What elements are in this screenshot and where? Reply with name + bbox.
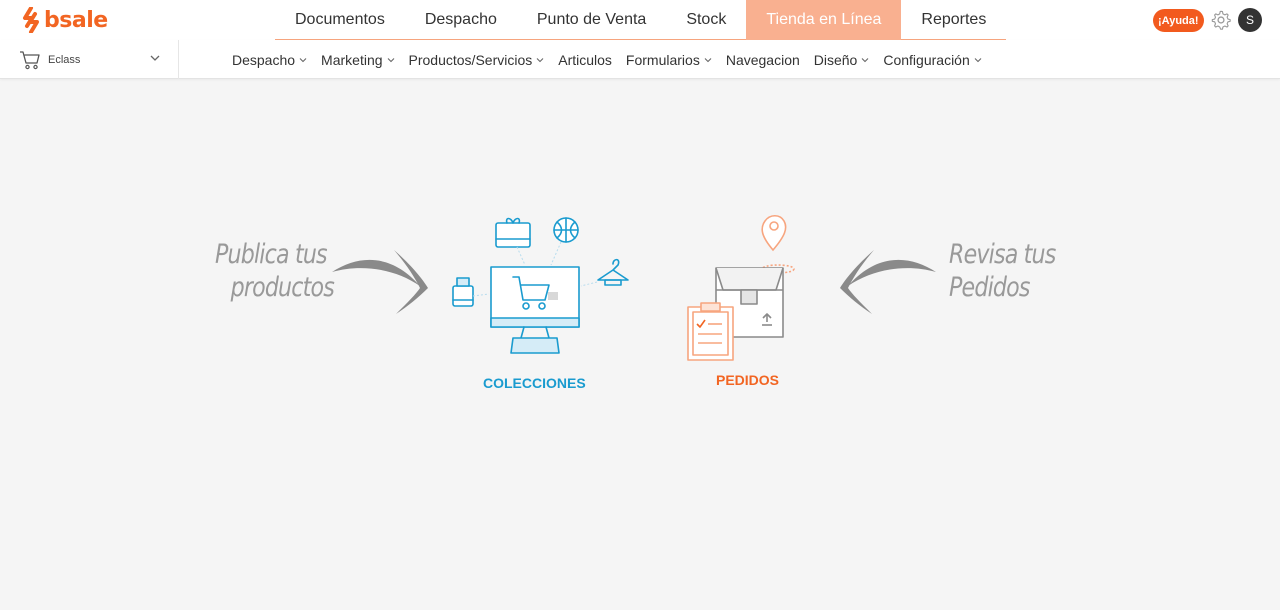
subnav-productos-servicios[interactable]: Productos/Servicios bbox=[402, 52, 552, 68]
chevron-down-icon bbox=[387, 57, 394, 62]
arrow-left-icon bbox=[840, 250, 936, 314]
gear-icon[interactable] bbox=[1210, 9, 1232, 31]
bsale-logo-icon bbox=[23, 7, 39, 33]
store-selector[interactable]: Eclass bbox=[0, 40, 179, 79]
subnav-label: Productos/Servicios bbox=[408, 51, 533, 68]
chevron-down-icon bbox=[536, 57, 544, 62]
orders-label[interactable]: PEDIDOS bbox=[716, 372, 779, 388]
review-orders-text: Revisa tus Pedidos bbox=[949, 238, 1056, 304]
brand-name: bsale bbox=[44, 7, 108, 33]
publish-products-text: Publica tus productos bbox=[215, 238, 335, 304]
subnav-label: Despacho bbox=[232, 51, 296, 68]
orders-illustration-icon bbox=[687, 214, 795, 361]
bsale-logo[interactable]: bsale bbox=[22, 6, 108, 34]
subnav-label: Navegacion bbox=[725, 51, 800, 68]
tab-tienda-en-linea[interactable]: Tienda en Línea bbox=[746, 0, 902, 40]
tab-documentos[interactable]: Documentos bbox=[275, 0, 405, 40]
subnav-label: Diseño bbox=[813, 51, 858, 68]
subnav-navegacion[interactable]: Navegacion bbox=[719, 52, 807, 68]
chevron-down-icon bbox=[861, 57, 869, 62]
publish-line-1: Publica tus bbox=[215, 239, 328, 270]
subnav-configuracion[interactable]: Configuración bbox=[876, 52, 988, 68]
sub-nav: Despacho Marketing Productos/Servicios A… bbox=[225, 40, 989, 79]
subnav-diseno[interactable]: Diseño bbox=[807, 52, 877, 68]
collections-illustration-icon bbox=[452, 217, 629, 354]
arrow-right-icon bbox=[332, 250, 428, 314]
store-name: Eclass bbox=[48, 53, 81, 66]
chevron-down-icon bbox=[299, 57, 307, 62]
cart-icon bbox=[20, 50, 40, 69]
subnav-formularios[interactable]: Formularios bbox=[619, 52, 719, 68]
tab-reportes[interactable]: Reportes bbox=[901, 0, 1006, 40]
main-nav: Documentos Despacho Punto de Venta Stock… bbox=[275, 0, 1007, 40]
subnav-despacho[interactable]: Despacho bbox=[225, 52, 314, 68]
chevron-down-icon bbox=[150, 55, 160, 61]
chevron-down-icon bbox=[974, 57, 982, 62]
sub-bar: Eclass Despacho Marketing Productos/Serv… bbox=[0, 40, 1280, 79]
subnav-label: Marketing bbox=[321, 51, 383, 68]
review-line-1: Revisa tus bbox=[949, 239, 1056, 270]
help-button[interactable]: ¡Ayuda! bbox=[1153, 9, 1204, 32]
chevron-down-icon bbox=[704, 57, 712, 62]
subnav-label: Configuración bbox=[883, 51, 970, 68]
publish-line-2: productos bbox=[230, 272, 335, 303]
subnav-articulos[interactable]: Articulos bbox=[551, 52, 619, 68]
review-line-2: Pedidos bbox=[949, 272, 1030, 303]
top-bar: bsale Documentos Despacho Punto de Venta… bbox=[0, 0, 1280, 40]
subnav-label: Formularios bbox=[625, 51, 700, 68]
tab-stock[interactable]: Stock bbox=[666, 0, 746, 40]
avatar[interactable]: S bbox=[1238, 8, 1262, 32]
tab-despacho[interactable]: Despacho bbox=[405, 0, 517, 40]
collections-label[interactable]: COLECCIONES bbox=[483, 375, 586, 391]
subnav-label: Articulos bbox=[558, 51, 612, 68]
tab-punto-de-venta[interactable]: Punto de Venta bbox=[517, 0, 666, 40]
subnav-marketing[interactable]: Marketing bbox=[314, 52, 401, 68]
